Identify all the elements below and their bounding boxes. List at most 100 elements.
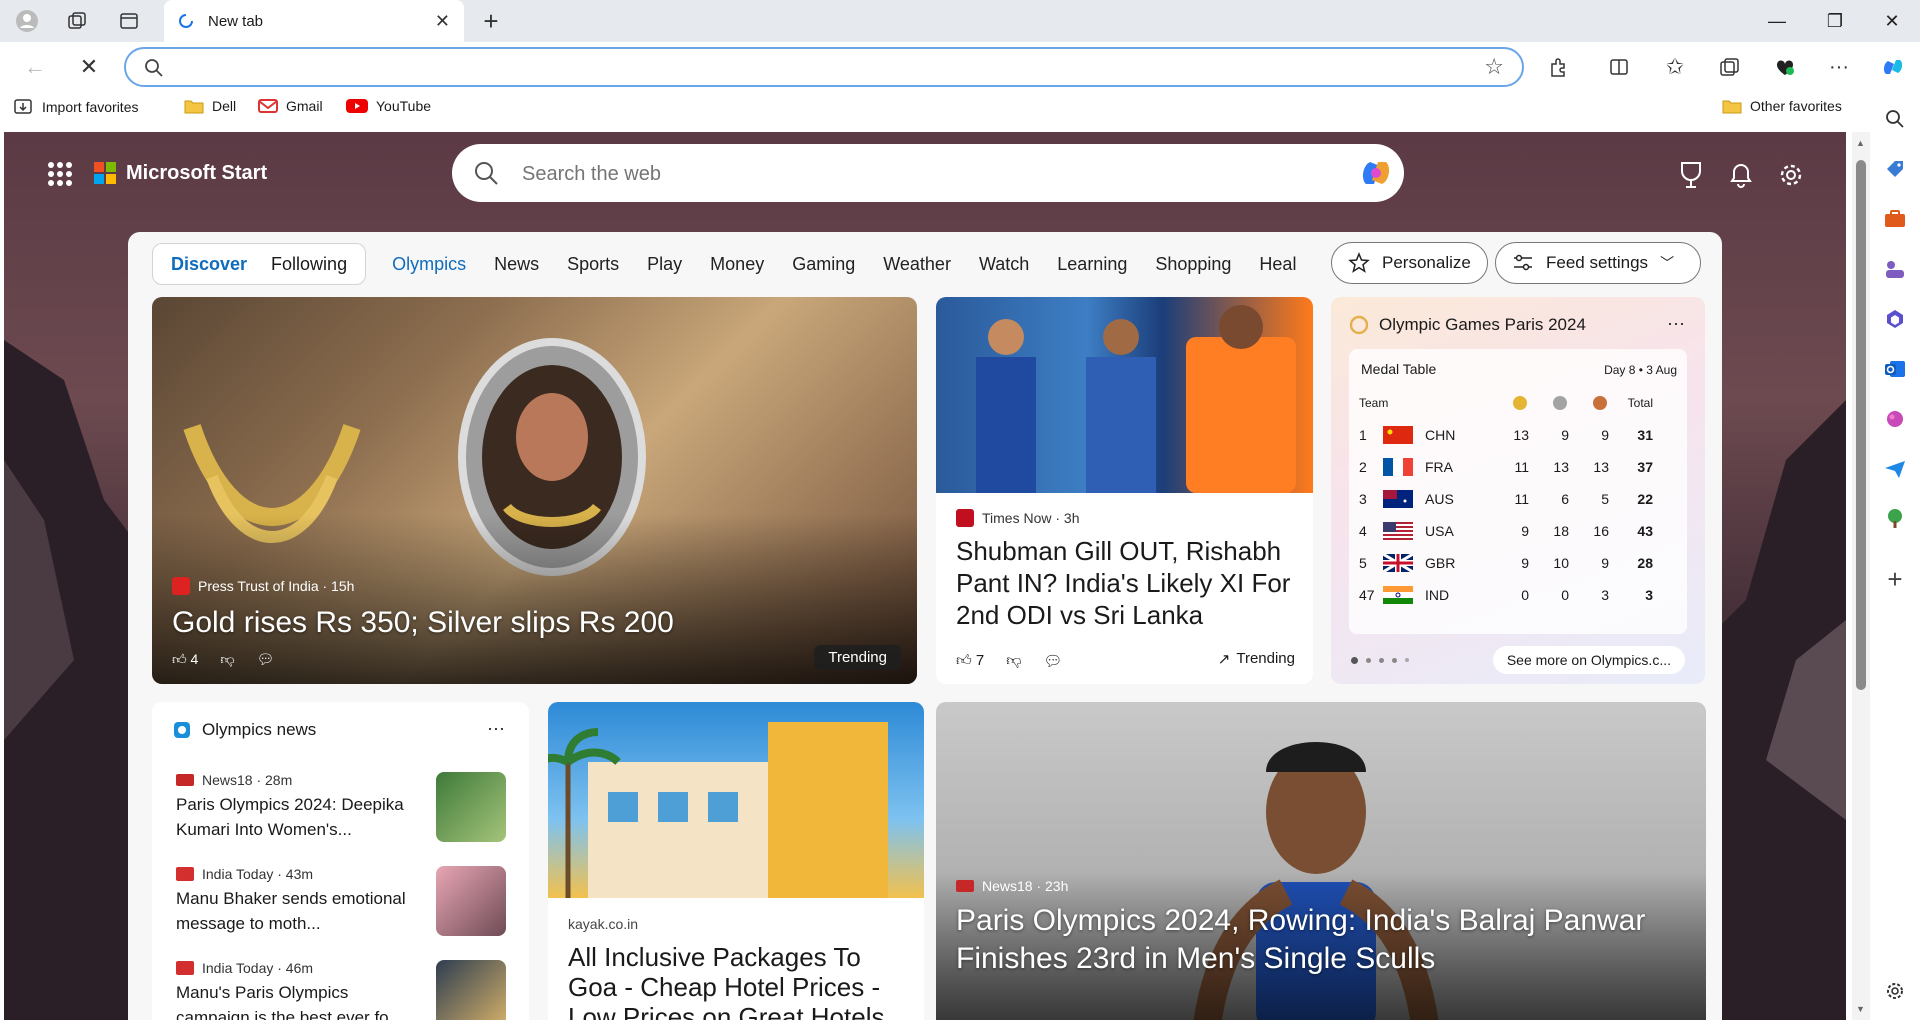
collections-icon[interactable] [1712, 50, 1746, 84]
cricket-image [936, 297, 1313, 493]
bookmark-gmail[interactable]: Gmail [258, 98, 323, 114]
medal-row[interactable]: 47 IND 0 0 3 3 [1349, 579, 1687, 611]
list-item[interactable]: India Today · 46m Manu's Paris Olympics … [176, 960, 506, 1020]
sidebar-settings-icon[interactable] [1882, 978, 1908, 1004]
favorite-star-icon[interactable]: ☆ [1484, 54, 1504, 80]
workspaces-icon[interactable] [62, 6, 92, 36]
address-input[interactable] [182, 57, 1382, 79]
copilot-icon[interactable] [1358, 156, 1394, 190]
favorites-icon[interactable]: ✩ [1658, 50, 1692, 84]
maximize-button[interactable]: ❐ [1805, 0, 1865, 42]
split-screen-icon[interactable] [1602, 50, 1636, 84]
tab-title: New tab [208, 12, 264, 30]
news-thumbnail [436, 960, 506, 1020]
close-tab-icon[interactable]: ✕ [435, 11, 450, 32]
ad-headline[interactable]: All Inclusive Packages To Goa - Cheap Ho… [568, 942, 908, 1020]
address-bar[interactable]: ☆ [124, 47, 1524, 87]
brand-title[interactable]: Microsoft Start [126, 162, 267, 185]
shopping-tag-icon[interactable] [1882, 156, 1908, 182]
tab-actions-icon[interactable] [114, 6, 144, 36]
nav-news[interactable]: News [494, 254, 539, 275]
personalize-button[interactable]: Personalize [1331, 242, 1488, 284]
nav-weather[interactable]: Weather [883, 254, 951, 275]
page-settings-gear-icon[interactable] [1776, 160, 1806, 190]
extensions-icon[interactable] [1542, 50, 1576, 84]
medal-row[interactable]: 2 FRA 11 13 13 37 [1349, 451, 1687, 483]
profile-icon[interactable] [12, 6, 42, 36]
nav-watch[interactable]: Watch [979, 254, 1029, 275]
tab-discover[interactable]: Discover [159, 254, 259, 275]
olympics-news-title[interactable]: Olympics news [202, 720, 316, 740]
app-launcher-icon[interactable] [48, 162, 72, 186]
scrollbar-thumb[interactable] [1856, 160, 1866, 690]
tab-new-tab[interactable]: New tab ✕ [164, 0, 464, 42]
nav-gaming[interactable]: Gaming [792, 254, 855, 275]
nav-sports[interactable]: Sports [567, 254, 619, 275]
comment-icon[interactable]: 💬︎ [1043, 652, 1062, 670]
medal-row[interactable]: 1 CHN 13 9 9 31 [1349, 419, 1687, 451]
browser-essentials-icon[interactable] [1768, 50, 1802, 84]
edge-sidebar: + [1870, 90, 1920, 1020]
medal-widget-title[interactable]: Olympic Games Paris 2024 [1379, 315, 1586, 335]
dislike-icon[interactable]: 👎︎ [1006, 652, 1021, 670]
rowing-news-card[interactable]: News18 · 23h Paris Olympics 2024, Rowing… [936, 702, 1706, 1020]
other-favorites[interactable]: Other favorites [1722, 98, 1842, 114]
scroll-up-arrow-icon[interactable]: ▲ [1856, 138, 1865, 148]
medal-row[interactable]: 4 USA 9 18 16 43 [1349, 515, 1687, 547]
back-button[interactable]: ← [18, 50, 52, 84]
tab-strip: New tab ✕ + — ❐ ✕ [0, 0, 1920, 42]
web-search-input[interactable] [522, 162, 1282, 186]
nav-play[interactable]: Play [647, 254, 682, 275]
card2-headline[interactable]: Shubman Gill OUT, Rishabh Pant IN? India… [956, 535, 1296, 631]
sponsored-ad-card[interactable]: kayak.co.in All Inclusive Packages To Go… [548, 702, 924, 1020]
outlook-icon[interactable] [1882, 356, 1908, 382]
nav-learning[interactable]: Learning [1057, 254, 1127, 275]
add-sidebar-app-icon[interactable]: + [1882, 564, 1908, 594]
carousel-dots[interactable] [1351, 657, 1409, 664]
medal-row[interactable]: 5 GBR 9 10 9 28 [1349, 547, 1687, 579]
sidebar-search-icon[interactable] [1882, 106, 1908, 132]
nav-olympics[interactable]: Olympics [392, 254, 466, 275]
cricket-news-card[interactable]: Times Now · 3h Shubman Gill OUT, Rishabh… [936, 297, 1313, 684]
bookmark-youtube[interactable]: YouTube [346, 98, 431, 114]
nav-shopping[interactable]: Shopping [1155, 254, 1231, 275]
send-icon[interactable] [1882, 456, 1908, 482]
games-icon[interactable] [1882, 256, 1908, 282]
list-item[interactable]: India Today · 43m Manu Bhaker sends emot… [176, 866, 506, 956]
dislike-icon[interactable]: 👎︎ [220, 651, 234, 668]
rowing-headline[interactable]: Paris Olympics 2024, Rowing: India's Bal… [956, 902, 1676, 978]
comment-icon[interactable]: 💬︎ [257, 651, 275, 668]
list-item[interactable]: News18 · 28m Paris Olympics 2024: Deepik… [176, 772, 506, 862]
microsoft-365-icon[interactable] [1882, 306, 1908, 332]
medal-row[interactable]: 3 AUS 11 6 5 22 [1349, 483, 1687, 515]
tree-icon[interactable] [1882, 506, 1908, 532]
new-tab-button[interactable]: + [476, 6, 506, 36]
tab-following[interactable]: Following [259, 254, 359, 275]
bookmark-import-favorites[interactable]: Import favorites [14, 98, 138, 116]
nav-money[interactable]: Money [710, 254, 764, 275]
hero-card[interactable]: Press Trust of India · 15h Gold rises Rs… [152, 297, 917, 684]
more-options-icon[interactable]: ··· [1667, 313, 1685, 334]
minimize-button[interactable]: — [1747, 0, 1807, 42]
hero-headline[interactable]: Gold rises Rs 350; Silver slips Rs 200 [172, 605, 897, 641]
more-options-icon[interactable]: ··· [487, 718, 505, 739]
scroll-down-arrow-icon[interactable]: ▼ [1856, 1004, 1865, 1014]
stop-loading-button[interactable]: ✕ [72, 50, 106, 84]
like-button[interactable]: 👍︎ 4 [172, 651, 198, 668]
web-search-box[interactable] [452, 144, 1404, 202]
news18-logo [176, 774, 194, 786]
notifications-bell-icon[interactable] [1726, 160, 1756, 190]
designer-icon[interactable] [1882, 406, 1908, 432]
like-button[interactable]: 👍︎ 7 [956, 652, 984, 670]
tools-icon[interactable] [1882, 206, 1908, 232]
bookmark-dell[interactable]: Dell [184, 98, 236, 114]
page-scrollbar[interactable]: ▲ ▼ [1852, 132, 1870, 1020]
nav-health[interactable]: Heal [1259, 254, 1296, 275]
see-more-olympics-link[interactable]: See more on Olympics.c... [1492, 646, 1685, 674]
feed-settings-button[interactable]: Feed settings ﹀ [1495, 242, 1701, 284]
copilot-icon[interactable] [1876, 50, 1910, 84]
folder-icon [184, 100, 204, 114]
settings-more-icon[interactable]: ··· [1822, 50, 1856, 84]
rewards-icon[interactable] [1676, 160, 1706, 190]
close-window-button[interactable]: ✕ [1862, 0, 1920, 42]
